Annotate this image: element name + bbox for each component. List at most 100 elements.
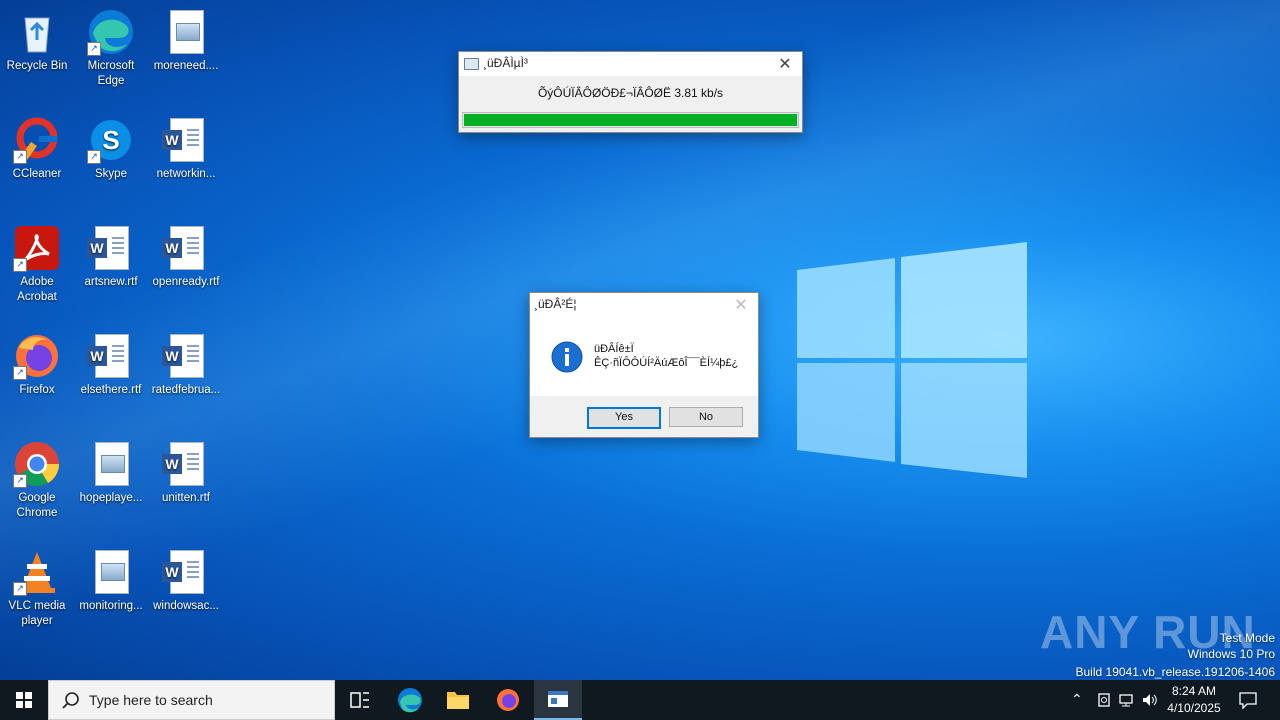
volume-icon[interactable]	[1141, 692, 1159, 708]
svg-text:S: S	[102, 125, 119, 155]
desktop-icon-vlc[interactable]: ↗ VLC media player	[1, 548, 73, 629]
desktop-icon-ratedfebrua[interactable]: W ratedfebrua...	[150, 332, 222, 398]
icon-label: hopeplaye...	[79, 492, 143, 504]
word-doc-icon: W	[162, 116, 210, 164]
icon-label: windowsac...	[153, 600, 219, 612]
task-view-button[interactable]	[336, 680, 384, 720]
info-icon	[551, 341, 583, 373]
vlc-icon: ↗	[13, 548, 61, 596]
recycle-bin-icon	[13, 8, 61, 56]
word-doc-icon: W	[87, 332, 135, 380]
message-box: ¸üÐÂ²É¦ ✕ üÐÂÍê±Ï ÊÇ·ñÏÔÔÚÍ²ÄúÆôÎ¯¯ÈÍ¼þ£…	[529, 292, 759, 438]
security-icon[interactable]	[1096, 692, 1112, 708]
clock-date[interactable]: 4/10/2025	[1162, 701, 1226, 715]
icon-label: CCleaner	[12, 168, 62, 180]
network-icon[interactable]	[1118, 692, 1134, 708]
image-file-icon	[87, 440, 135, 488]
close-icon[interactable]: ✕	[732, 295, 750, 315]
icon-label: elsethere.rtf	[80, 384, 142, 396]
notification-icon[interactable]	[1238, 690, 1258, 710]
image-file-icon	[87, 548, 135, 596]
desktop-icon-adobe-acrobat[interactable]: ↗ Adobe Acrobat	[1, 224, 73, 305]
desktop-icon-networkin[interactable]: W networkin...	[150, 116, 222, 182]
icon-label: moreneed....	[153, 60, 219, 72]
desktop-icon-google-chrome[interactable]: ↗ Google Chrome	[1, 440, 73, 521]
windows-edition-text: Windows 10 Pro	[1187, 647, 1275, 661]
close-icon[interactable]: ✕	[776, 54, 794, 74]
download-titlebar[interactable]: ¸üÐÂÌµÌ³ ✕	[459, 52, 802, 76]
task-view-icon	[350, 692, 369, 708]
edge-icon	[398, 688, 422, 713]
taskbar: Type here to search ⌃ 8:24 AM 4/10/2025	[0, 680, 1280, 720]
message-titlebar[interactable]: ¸üÐÂ²É¦ ✕	[530, 293, 758, 317]
taskbar-edge[interactable]	[386, 680, 434, 720]
desktop-icon-hopeplaye[interactable]: hopeplaye...	[75, 440, 147, 506]
folder-icon	[447, 692, 469, 709]
acrobat-icon: ↗	[13, 224, 61, 272]
test-mode-text: Test Mode	[1219, 631, 1275, 645]
desktop-icon-firefox[interactable]: ↗ Firefox	[1, 332, 73, 398]
icon-label: openready.rtf	[152, 276, 220, 288]
show-hidden-icons[interactable]: ⌃	[1071, 691, 1083, 708]
desktop-icon-monitoring[interactable]: monitoring...	[75, 548, 147, 614]
desktop-icon-windowsac[interactable]: W windowsac...	[150, 548, 222, 614]
windows-start-icon	[16, 692, 32, 708]
icon-label: unitten.rtf	[162, 492, 210, 504]
desktop-icon-unitten[interactable]: W unitten.rtf	[150, 440, 222, 506]
windows-logo-wallpaper	[797, 242, 1027, 478]
ccleaner-icon: ↗	[13, 116, 61, 164]
icon-label: ratedfebrua...	[151, 384, 221, 396]
search-placeholder: Type here to search	[89, 692, 213, 708]
desktop-icon-artsnew[interactable]: W artsnew.rtf	[75, 224, 147, 290]
word-doc-icon: W	[162, 224, 210, 272]
chrome-icon: ↗	[13, 440, 61, 488]
icon-label: monitoring...	[79, 600, 143, 612]
download-window: ¸üÐÂÌµÌ³ ✕ ÕýÔÚÏÂÔØÖÐ£¬ÏÂÔØË 3.81 kb/s	[458, 51, 803, 133]
download-title: ¸üÐÂÌµÌ³	[483, 56, 528, 70]
search-icon	[62, 692, 79, 709]
desktop-icon-recycle-bin[interactable]: Recycle Bin	[1, 8, 73, 74]
desktop: Recycle Bin ↗ CCleaner ↗ Adobe Acrobat ↗…	[0, 0, 1280, 680]
icon-label: Skype	[95, 168, 127, 180]
icon-label: Google Chrome	[16, 492, 58, 519]
download-status: ÕýÔÚÏÂÔØÖÐ£¬ÏÂÔØË 3.81 kb/s	[537, 86, 724, 100]
skype-icon: S ↗	[87, 116, 135, 164]
desktop-icon-microsoft-edge[interactable]: ↗ Microsoft Edge	[75, 8, 147, 89]
icon-label: Recycle Bin	[6, 60, 68, 72]
taskbar-firefox[interactable]	[484, 680, 532, 720]
no-button[interactable]: No	[669, 407, 743, 427]
taskbar-file-explorer[interactable]	[434, 680, 482, 720]
message-line-1: üÐÂÍê±Ï	[594, 343, 634, 355]
desktop-icon-openready[interactable]: W openready.rtf	[150, 224, 222, 290]
message-line-2: ÊÇ·ñÏÔÔÚÍ²ÄúÆôÎ¯¯ÈÍ¼þ£¿	[594, 357, 739, 369]
download-progress-bar	[462, 112, 799, 128]
app-icon	[464, 58, 479, 70]
icon-label: Microsoft Edge	[87, 60, 135, 87]
image-file-icon	[162, 8, 210, 56]
taskbar-active-app[interactable]	[534, 680, 582, 720]
app-window-icon	[548, 691, 568, 707]
desktop-icon-ccleaner[interactable]: ↗ CCleaner	[1, 116, 73, 182]
taskbar-search-box[interactable]: Type here to search	[48, 680, 335, 720]
progress-fill	[464, 114, 797, 126]
icon-label: VLC media player	[8, 600, 66, 627]
icon-label: artsnew.rtf	[84, 276, 138, 288]
desktop-icon-skype[interactable]: S ↗ Skype	[75, 116, 147, 182]
clock-time[interactable]: 8:24 AM	[1166, 684, 1222, 698]
edge-icon: ↗	[87, 8, 135, 56]
build-text: Build 19041.vb_release.191206-1406	[1075, 665, 1276, 679]
message-body: üÐÂÍê±Ï ÊÇ·ñÏÔÔÚÍ²ÄúÆôÎ¯¯ÈÍ¼þ£¿	[530, 317, 758, 396]
firefox-icon	[497, 689, 519, 711]
firefox-icon: ↗	[13, 332, 61, 380]
icon-label: Adobe Acrobat	[17, 276, 57, 303]
word-doc-icon: W	[162, 548, 210, 596]
desktop-icon-moreneed[interactable]: moreneed....	[150, 8, 222, 74]
message-title: ¸üÐÂ²É¦	[534, 297, 577, 311]
yes-button[interactable]: Yes	[587, 407, 661, 429]
word-doc-icon: W	[162, 440, 210, 488]
desktop-icon-elsethere[interactable]: W elsethere.rtf	[75, 332, 147, 398]
word-doc-icon: W	[87, 224, 135, 272]
icon-label: Firefox	[19, 384, 55, 396]
icon-label: networkin...	[156, 168, 216, 180]
start-button[interactable]	[0, 680, 48, 720]
